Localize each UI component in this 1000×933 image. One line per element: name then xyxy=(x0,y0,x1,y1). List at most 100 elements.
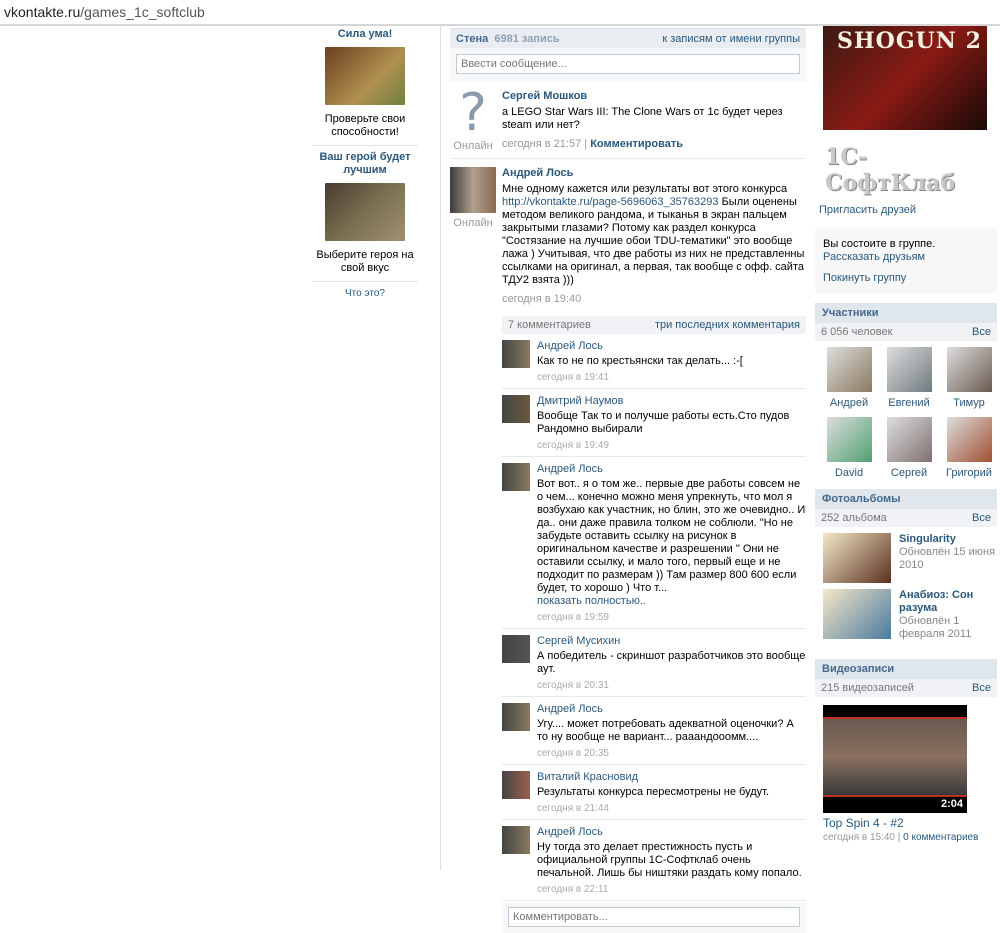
address-bar[interactable]: vkontakte.ru/games_1c_softclub xyxy=(0,0,1000,26)
member-name[interactable]: Тимур xyxy=(953,397,985,409)
member[interactable]: Григорий xyxy=(939,417,999,479)
post-author[interactable]: Андрей Лось xyxy=(502,167,806,180)
reply-text: Вот вот.. я о том же.. первые две работы… xyxy=(537,478,806,594)
show-more-link[interactable]: показать полностью.. xyxy=(537,595,646,607)
video-time: сегодня в 15:40 xyxy=(823,832,895,843)
member-name[interactable]: David xyxy=(835,467,863,479)
leave-group-link[interactable]: Покинуть группу xyxy=(823,272,989,285)
reply-time[interactable]: сегодня в 21:44 xyxy=(537,802,769,815)
replies: 7 комментариев три последних комментария … xyxy=(502,316,806,933)
album-title[interactable]: Анабиоз: Сон разума xyxy=(899,589,997,615)
reply: Виталий Красновид Результаты конкурса пер… xyxy=(502,765,806,820)
video-title[interactable]: Top Spin 4 - #2 xyxy=(823,816,997,830)
avatar[interactable] xyxy=(502,771,530,799)
album-updated: Обновлён 1 февраля 2011 xyxy=(899,615,972,640)
wall-title: Стена xyxy=(456,32,489,45)
video-comments-link[interactable]: 0 комментариев xyxy=(903,832,978,843)
reply-author[interactable]: Андрей Лось xyxy=(537,340,743,353)
member-name[interactable]: Андрей xyxy=(830,397,868,409)
post-author[interactable]: Сергей Мошков xyxy=(502,90,806,103)
reply-text: Угу.... может потребовать адекватной оце… xyxy=(537,718,794,743)
avatar[interactable] xyxy=(502,635,530,663)
ad-image[interactable] xyxy=(325,183,405,241)
ads-help-link[interactable]: Что это? xyxy=(345,288,385,299)
shogun-image: SHOGUN 2 xyxy=(823,26,987,130)
member-name[interactable]: Григорий xyxy=(946,467,992,479)
albums-title[interactable]: Фотоальбомы xyxy=(815,489,997,509)
reply-time[interactable]: сегодня в 20:31 xyxy=(537,679,806,692)
post-time[interactable]: сегодня в 19:40 xyxy=(502,293,806,306)
post-time[interactable]: сегодня в 21:57 xyxy=(502,138,581,150)
reply-time[interactable]: сегодня в 19:49 xyxy=(537,439,806,452)
divider xyxy=(312,145,418,146)
album-cover[interactable] xyxy=(823,533,891,583)
post-text-part: Мне одному кажется или результаты вот эт… xyxy=(502,183,788,195)
post-text: а LEGO Star Wars III: The Clone Wars от … xyxy=(502,106,783,131)
wall-header: Стена 6981 запись к записям от имени гру… xyxy=(450,28,806,48)
member-name[interactable]: Сергей xyxy=(891,467,927,479)
member[interactable]: Тимур xyxy=(939,347,999,409)
comment-link[interactable]: Комментировать xyxy=(590,138,683,150)
video-duration: 2:04 xyxy=(940,798,963,810)
videos-all-link[interactable]: Все xyxy=(972,682,991,694)
member-avatar[interactable] xyxy=(886,417,932,462)
member[interactable]: Евгений xyxy=(879,347,939,409)
ad-title[interactable]: Сила ума! xyxy=(312,28,418,41)
comment-input[interactable] xyxy=(508,907,800,927)
wall-post-input[interactable] xyxy=(456,54,800,74)
group-logo[interactable]: SHOGUN 2 1С-СофтКлаб xyxy=(815,26,997,196)
members-title[interactable]: Участники xyxy=(815,303,997,323)
reply: Дмитрий Наумов Вообще Так то и получше ра… xyxy=(502,389,806,457)
videos-title[interactable]: Видеозаписи xyxy=(815,659,997,679)
members-all-link[interactable]: Все xyxy=(972,326,991,338)
avatar[interactable] xyxy=(502,703,530,731)
post-text-part: Были оценены методом великого рандома, и… xyxy=(502,196,805,286)
post-link[interactable]: http://vkontakte.ru/page-5696063_3576329… xyxy=(502,196,719,208)
member-avatar[interactable] xyxy=(826,417,872,462)
reply-author[interactable]: Сергей Мусихин xyxy=(537,635,806,648)
tell-friends-link[interactable]: Рассказать друзьям xyxy=(823,251,925,263)
reply-author[interactable]: Дмитрий Наумов xyxy=(537,395,806,408)
group-posts-link[interactable]: к записям от имени группы xyxy=(662,33,800,45)
album-cover[interactable] xyxy=(823,589,891,639)
post-text: Мне одному кажется или результаты вот эт… xyxy=(502,183,806,287)
online-status: Онлайн xyxy=(453,140,493,152)
member-name[interactable]: Евгений xyxy=(888,397,929,409)
reply-author[interactable]: Андрей Лось xyxy=(537,463,806,476)
reply-time[interactable]: сегодня в 20:35 xyxy=(537,747,806,760)
album: Singularity Обновлён 15 июня 2010 xyxy=(815,527,997,583)
question-mark-avatar-icon[interactable]: ? xyxy=(450,87,496,139)
member[interactable]: Сергей xyxy=(879,417,939,479)
reply-text: Ну тогда это делает престижность пусть и… xyxy=(537,841,802,879)
reply-time[interactable]: сегодня в 19:59 xyxy=(537,611,806,624)
ads-column: Сила ума! Проверьте свои способности! Ва… xyxy=(312,26,418,299)
ad-title[interactable]: Ваш герой будет лучшим xyxy=(312,151,418,177)
last-replies-link[interactable]: три последних комментария xyxy=(655,319,800,331)
videos-count: 215 видеозаписей xyxy=(821,682,914,694)
reply-author[interactable]: Виталий Красновид xyxy=(537,771,769,784)
avatar[interactable] xyxy=(502,463,530,491)
avatar[interactable] xyxy=(502,395,530,423)
member[interactable]: David xyxy=(819,417,879,479)
member-avatar[interactable] xyxy=(946,347,992,392)
reply-author[interactable]: Андрей Лось xyxy=(537,703,806,716)
avatar[interactable] xyxy=(450,167,496,213)
album-title[interactable]: Singularity xyxy=(899,533,997,546)
member[interactable]: Андрей xyxy=(819,347,879,409)
reply: Андрей Лось Как то не по крестьянски так … xyxy=(502,334,806,389)
reply-author[interactable]: Андрей Лось xyxy=(537,826,806,839)
reply-time[interactable]: сегодня в 22:11 xyxy=(537,883,806,896)
invite-friends-link[interactable]: Пригласить друзей xyxy=(815,196,997,224)
avatar[interactable] xyxy=(502,826,530,854)
member-avatar[interactable] xyxy=(826,347,872,392)
ad-image[interactable] xyxy=(325,47,405,105)
avatar[interactable] xyxy=(502,340,530,368)
wall-count: 6981 запись xyxy=(494,32,560,45)
member-avatar[interactable] xyxy=(946,417,992,462)
video-thumbnail[interactable]: 2:04 xyxy=(823,705,967,813)
replies-count[interactable]: 7 комментариев xyxy=(508,319,591,331)
wall-post: ? Онлайн Сергей Мошков а LEGO Star Wars I… xyxy=(450,82,806,159)
albums-all-link[interactable]: Все xyxy=(972,512,991,524)
member-avatar[interactable] xyxy=(886,347,932,392)
reply-time[interactable]: сегодня в 19:41 xyxy=(537,371,743,384)
